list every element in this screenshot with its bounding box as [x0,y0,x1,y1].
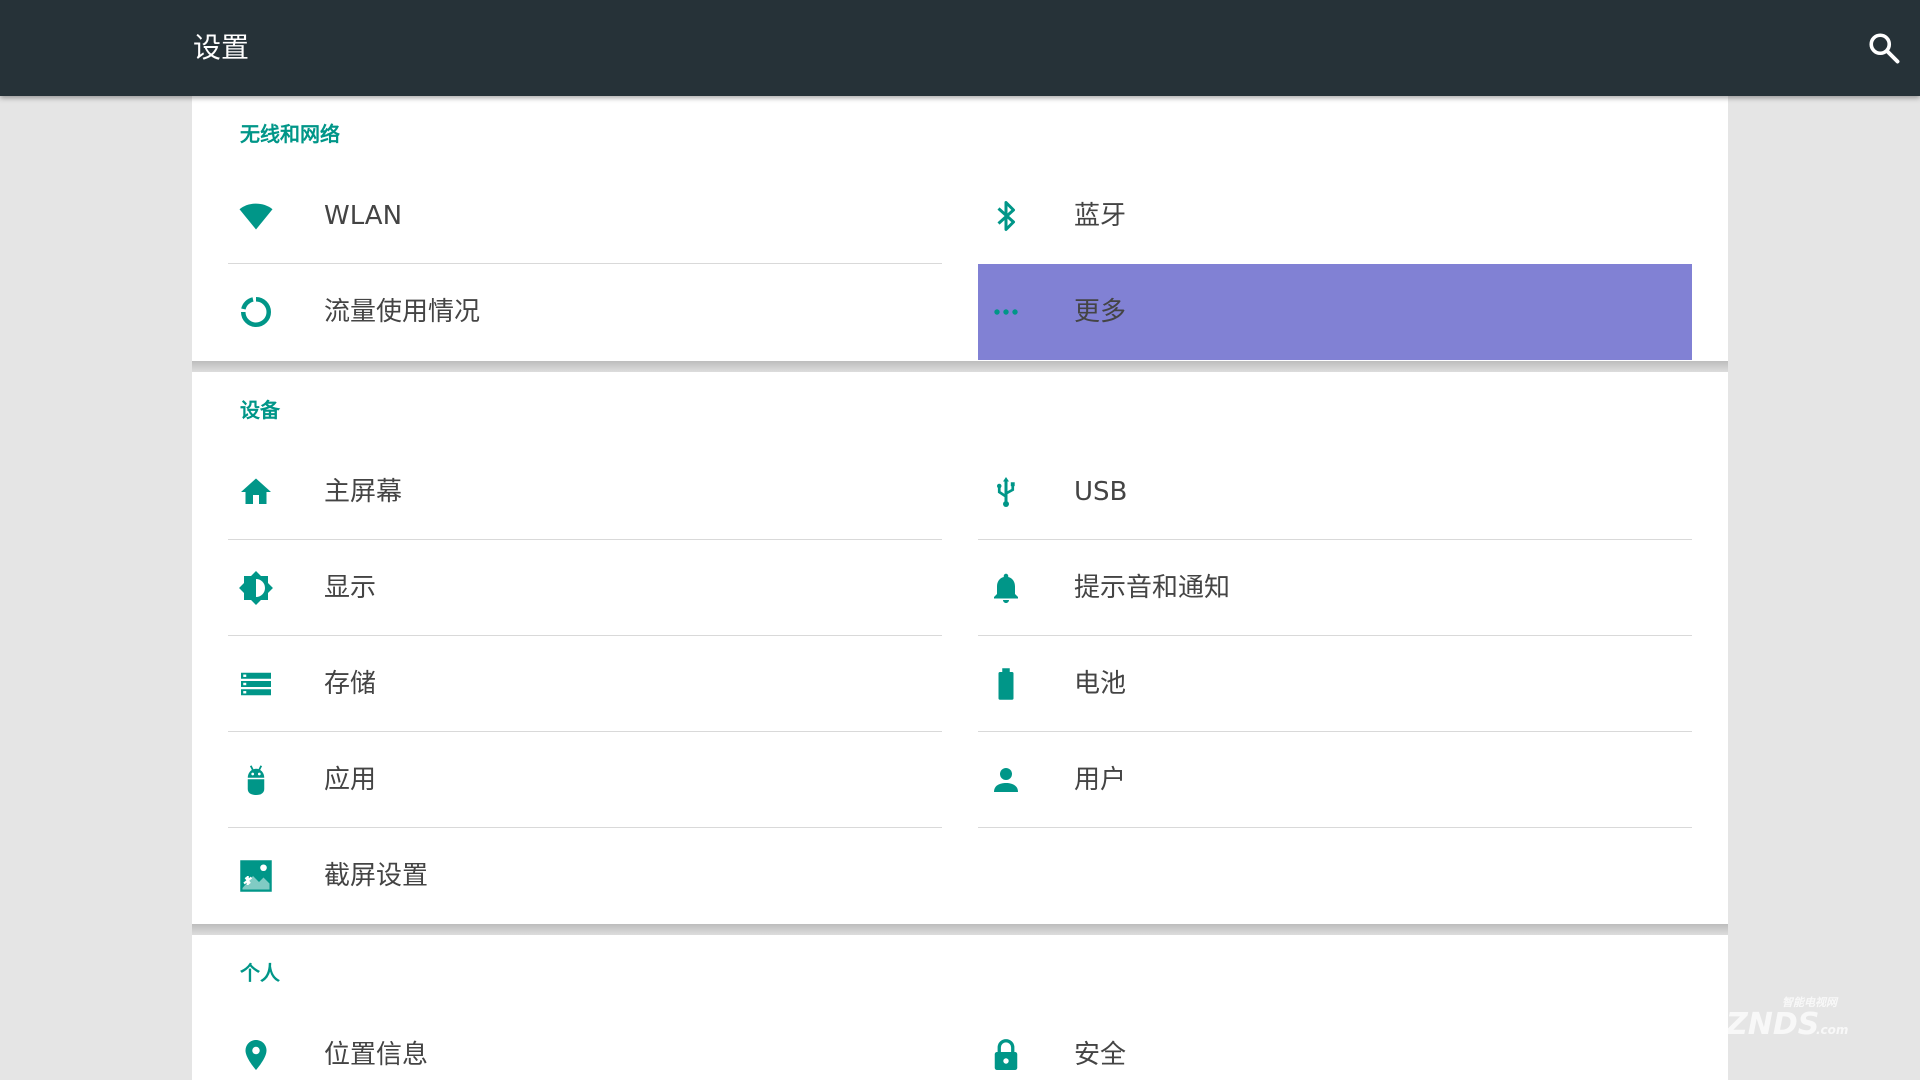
battery-icon [988,666,1024,702]
storage-icon [238,666,274,702]
person-icon [988,762,1024,798]
settings-item-label: 用户 [1074,765,1127,795]
settings-item-wlan[interactable]: WLAN [228,168,942,264]
lock-icon [988,1037,1024,1073]
settings-item-label: 提示音和通知 [1074,573,1231,603]
brightness-icon [238,570,274,606]
settings-item-label: 蓝牙 [1074,201,1127,231]
bluetooth-icon [988,198,1024,234]
settings-item-label: 显示 [324,573,377,603]
settings-item-label: 存储 [324,669,377,699]
section-title-personal: 个人 [240,961,280,985]
settings-item-label: 流量使用情况 [324,297,481,327]
settings-item-label: 安全 [1074,1040,1127,1070]
settings-item-usb[interactable]: USB [978,444,1692,540]
settings-item-location[interactable]: 位置信息 [228,1007,942,1080]
settings-item-label: 应用 [324,765,377,795]
settings-item-label: WLAN [324,201,403,231]
section-device: 设备 主屏幕 USB 显示 提示音和通知 存储 电池 应用 用户 截屏设置 [192,372,1728,924]
settings-item-label: 主屏幕 [324,477,403,507]
page-title: 设置 [193,31,250,64]
search-icon[interactable] [1866,30,1902,66]
settings-item-label: 更多 [1074,297,1127,327]
wifi-icon [238,198,274,234]
settings-item-bluetooth[interactable]: 蓝牙 [978,168,1692,264]
settings-item-display[interactable]: 显示 [228,540,942,636]
bell-icon [988,570,1024,606]
section-wireless-networks: 无线和网络 WLAN 蓝牙 流量使用情况 更多 [192,96,1728,361]
svg-text:.com: .com [1816,1023,1848,1037]
section-divider [192,361,1728,372]
settings-item-sound-notifications[interactable]: 提示音和通知 [978,540,1692,636]
settings-item-home-screen[interactable]: 主屏幕 [228,444,942,540]
section-divider [192,924,1728,935]
settings-item-security[interactable]: 安全 [978,1007,1692,1080]
settings-item-label: 截屏设置 [324,861,429,891]
settings-item-data-usage[interactable]: 流量使用情况 [228,264,942,360]
settings-item-storage[interactable]: 存储 [228,636,942,732]
section-title-wireless: 无线和网络 [240,122,340,146]
svg-text:ZNDS: ZNDS [1726,1007,1819,1042]
section-title-device: 设备 [240,398,280,422]
znds-watermark-logo: 智能电视网 ZNDS .com [1725,988,1876,1048]
app-bar: 设置 [0,0,1920,96]
settings-item-more[interactable]: 更多 [978,264,1692,360]
section-personal: 个人 位置信息 安全 [192,935,1728,1080]
settings-item-battery[interactable]: 电池 [978,636,1692,732]
home-icon [238,474,274,510]
usb-icon [988,474,1024,510]
location-pin-icon [238,1037,274,1073]
more-dots-icon [988,294,1024,330]
settings-item-users[interactable]: 用户 [978,732,1692,828]
android-icon [238,762,274,798]
settings-item-label: 电池 [1074,669,1127,699]
settings-item-label: USB [1074,477,1128,507]
data-usage-icon [238,294,274,330]
settings-item-screenshot[interactable]: 截屏设置 [228,828,942,924]
screenshot-icon [238,858,274,894]
settings-item-label: 位置信息 [324,1040,429,1070]
settings-item-apps[interactable]: 应用 [228,732,942,828]
